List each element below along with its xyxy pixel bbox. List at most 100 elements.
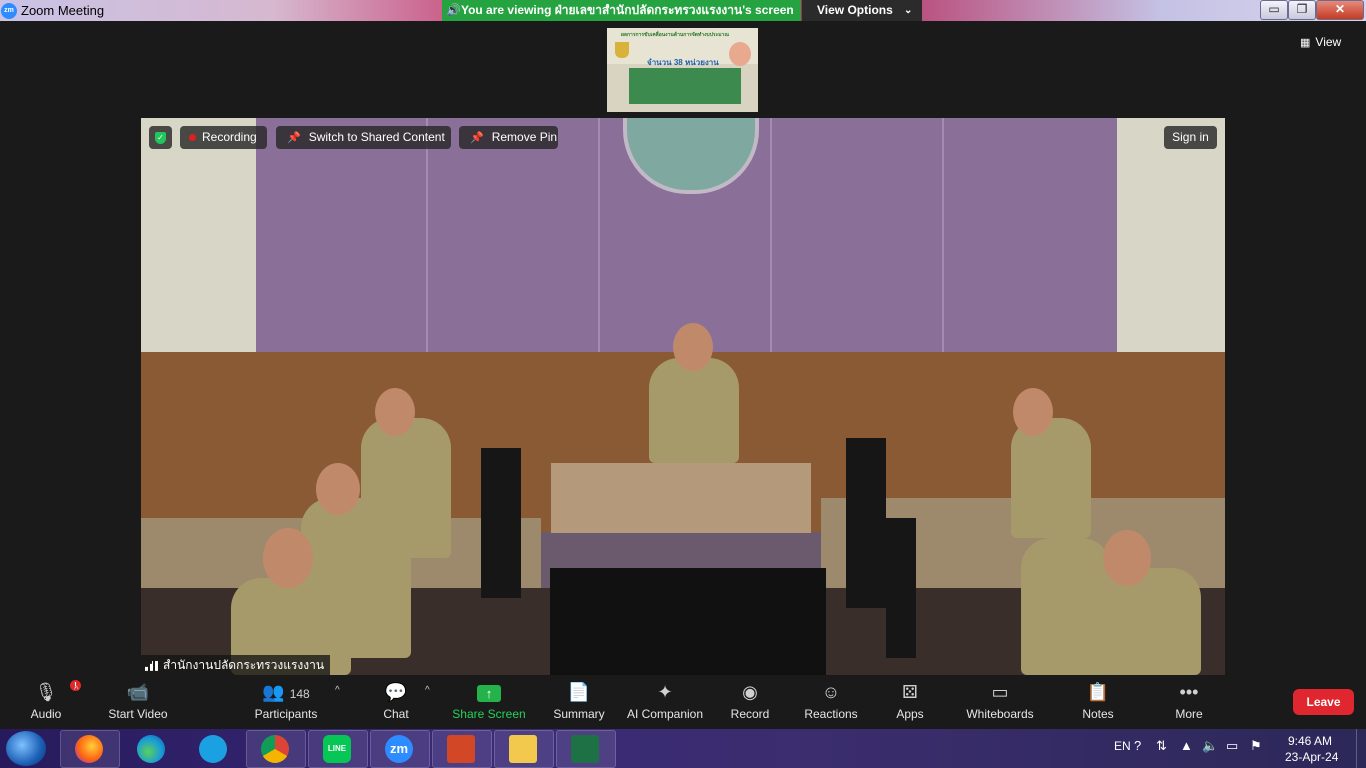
leave-button[interactable]: Leave [1293, 689, 1354, 715]
start-button-icon[interactable] [6, 731, 46, 766]
language-indicator[interactable]: EN [1114, 739, 1131, 753]
folder-icon [509, 735, 537, 763]
chrome-icon [261, 735, 289, 763]
signal-bars-icon [145, 660, 159, 671]
whiteboards-label: Whiteboards [966, 707, 1034, 721]
taskbar-excel[interactable] [556, 730, 616, 768]
person-head [673, 323, 713, 371]
start-video-button[interactable]: 📹 Start Video [100, 675, 176, 729]
pin-icon: 📌 [287, 132, 301, 144]
audio-label: Audio [30, 707, 62, 721]
chat-options-caret[interactable]: ^ [425, 685, 430, 696]
show-desktop-button[interactable] [1356, 729, 1366, 768]
action-center-flag-icon[interactable]: ⚑ [1250, 738, 1262, 754]
person-head [1013, 388, 1053, 436]
minimize-button[interactable]: ▭ [1260, 0, 1288, 20]
clock-date[interactable]: 23-Apr-24 [1285, 750, 1338, 764]
apps-button[interactable]: ⚄ Apps [886, 675, 934, 729]
apps-icon: ⚄ [902, 682, 918, 702]
window-right [1117, 118, 1225, 358]
speaker-icon: 🔊 [446, 3, 461, 17]
person [649, 358, 739, 463]
recording-indicator[interactable]: Recording [180, 126, 267, 149]
view-label: View [1315, 35, 1342, 49]
view-options-label: View Options [817, 3, 893, 17]
share-screen-label: Share Screen [452, 707, 526, 721]
chat-button[interactable]: 💬 Chat [370, 675, 422, 729]
more-dots-icon: ••• [1179, 682, 1199, 702]
trophy-icon [615, 42, 629, 58]
sparkle-icon: ✦ [657, 682, 673, 702]
summary-button[interactable]: 📄 Summary [548, 675, 610, 729]
powerpoint-icon [447, 735, 475, 763]
zoom-icon: zm [385, 735, 413, 763]
more-button[interactable]: ••• More [1166, 675, 1212, 729]
maximize-button[interactable]: ❐ [1288, 0, 1316, 20]
person-head [316, 463, 360, 515]
share-screen-button[interactable]: ↑ Share Screen [449, 675, 529, 729]
taskbar-zoom[interactable]: zm [370, 730, 430, 768]
participant-name: สำนักงานปลัดกระทรวงแรงงาน [163, 658, 325, 672]
taskbar-explorer[interactable] [494, 730, 554, 768]
record-dot-icon [189, 134, 196, 142]
display-icon[interactable]: ▭ [1226, 738, 1238, 754]
close-button[interactable]: ✕ [1316, 0, 1364, 20]
taskbar-line[interactable]: LINE [308, 730, 368, 768]
participants-options-caret[interactable]: ^ [335, 685, 340, 696]
network-icon[interactable]: ⇅ [1156, 738, 1167, 754]
window-left [141, 118, 256, 358]
taskbar-krungthai[interactable] [184, 730, 244, 768]
firefox-icon [75, 735, 103, 763]
tray-expand-icon[interactable]: ▲ [1180, 738, 1193, 753]
clock-time[interactable]: 9:46 AM [1288, 734, 1332, 748]
windows-taskbar: LINE zm EN ? ⇅ ▲ 🔈 ▭ ⚑ 9:46 AM 23-Apr-24 [0, 729, 1366, 768]
start-video-label: Start Video [108, 707, 168, 721]
participants-icon: 👥 148 [262, 682, 310, 702]
ai-companion-label: AI Companion [626, 707, 704, 721]
mascot-icon [729, 42, 751, 66]
microphone-icon: 🎙 [34, 682, 58, 702]
notes-icon: 📋 [1086, 682, 1110, 702]
audio-button[interactable]: 🎙 ! Audio [22, 675, 81, 729]
grid-icon: ▦ [1300, 37, 1311, 49]
participants-button[interactable]: 👥 148 Participants [248, 675, 324, 729]
viewing-banner-text: You are viewing ฝ่ายเลขาสำนักปลัดกระทรวง… [460, 3, 794, 17]
reactions-button[interactable]: ☺ Reactions [798, 675, 864, 729]
notes-button[interactable]: 📋 Notes [1074, 675, 1122, 729]
thumbnail-heading: ผลการการขับเคลื่อนงานด้านการจัดทำงบประมา… [621, 32, 730, 38]
shared-content-thumbnail[interactable]: ผลการการขับเคลื่อนงานด้านการจัดทำงบประมา… [607, 28, 758, 112]
shield-icon: ✓ [155, 131, 166, 144]
volume-icon[interactable]: 🔈 [1202, 738, 1218, 754]
apps-label: Apps [896, 707, 924, 721]
taskbar-chrome[interactable] [246, 730, 306, 768]
audio-options-caret[interactable]: ^ [74, 685, 79, 696]
participants-label: Participants [254, 707, 318, 721]
help-icon[interactable]: ? [1134, 738, 1141, 753]
taskbar-firefox[interactable] [60, 730, 120, 768]
encryption-shield-button[interactable]: ✓ [149, 126, 172, 149]
sign-in-button[interactable]: Sign in [1164, 126, 1217, 149]
reactions-label: Reactions [804, 707, 858, 721]
person-head [263, 528, 313, 588]
participant-name-tag: สำนักงานปลัดกระทรวงแรงงาน [141, 655, 331, 675]
switch-to-shared-content-button[interactable]: 📌 Switch to Shared Content [276, 126, 451, 149]
whiteboards-button[interactable]: ▭ Whiteboards [962, 675, 1038, 729]
main-video[interactable]: ✓ Recording 📌 Switch to Shared Content 📌 R… [141, 118, 1225, 675]
smiley-icon: ☺ [821, 682, 841, 702]
thumbnail-table [629, 68, 741, 104]
view-options-button[interactable]: View Options ⌄ [802, 0, 922, 21]
taskbar-edge[interactable] [122, 730, 182, 768]
taskbar-powerpoint[interactable] [432, 730, 492, 768]
summary-icon: 📄 [567, 682, 591, 702]
ai-companion-button[interactable]: ✦ AI Companion [624, 675, 706, 729]
remove-pin-button[interactable]: 📌 Remove Pin [459, 126, 558, 149]
chevron-down-icon: ⌄ [904, 5, 913, 16]
monitor [886, 518, 916, 658]
view-button[interactable]: ▦ View [1300, 31, 1341, 53]
record-button[interactable]: ◉ Record [724, 675, 776, 729]
person-head [375, 388, 415, 436]
desk-center [551, 463, 811, 533]
window-title: Zoom Meeting [21, 3, 105, 18]
person-head [1103, 530, 1151, 586]
remove-pin-label: Remove Pin [491, 130, 558, 144]
